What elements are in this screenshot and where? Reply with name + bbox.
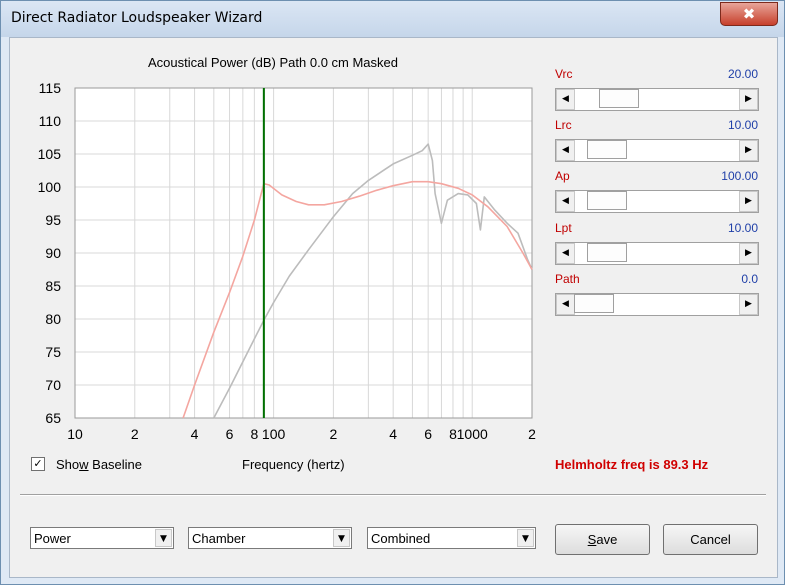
x-tick-label: 8 [250, 426, 258, 442]
close-button[interactable]: ✖ [720, 2, 778, 26]
x-tick-label: 2 [528, 426, 536, 442]
scroll-left-icon[interactable]: ◀ [556, 191, 575, 212]
dropdown-value: Combined [371, 531, 431, 546]
scroll-right-icon[interactable]: ▶ [739, 89, 758, 110]
environment-dropdown[interactable]: Chamber ▼ [188, 527, 352, 549]
divider [20, 494, 766, 496]
dropdown-value: Power [34, 531, 71, 546]
show-baseline-checkbox[interactable]: ✓ [31, 457, 45, 471]
param-value-lpt: 10.00 [727, 221, 758, 235]
x-tick-label: 10 [67, 426, 83, 442]
x-tick-label: 2 [329, 426, 337, 442]
param-label-lrc: Lrc [555, 118, 572, 132]
y-tick-label: 80 [45, 311, 61, 327]
scroll-right-icon[interactable]: ▶ [739, 243, 758, 264]
show-baseline-label[interactable]: Show Baseline [56, 457, 142, 472]
source-dropdown[interactable]: Combined ▼ [367, 527, 536, 549]
frequency-response-chart: 65707580859095100105110115 10 2 4 6 8 100 2 4 6 8… [38, 80, 536, 442]
output-type-dropdown[interactable]: Power ▼ [30, 527, 174, 549]
chevron-down-icon[interactable]: ▼ [333, 529, 350, 547]
y-tick-label: 75 [45, 344, 61, 360]
dialog-client-area: Acoustical Power (dB) Path 0.0 cm Masked… [9, 37, 778, 578]
param-label-path: Path [555, 272, 580, 286]
param-label-lpt: Lpt [555, 221, 572, 235]
scroll-left-icon[interactable]: ◀ [556, 140, 575, 161]
scroll-left-icon[interactable]: ◀ [556, 89, 575, 110]
x-tick-labels: 10 2 4 6 8 100 2 4 6 8 1000 2 [67, 426, 536, 442]
y-tick-label: 95 [45, 212, 61, 228]
y-tick-label: 90 [45, 245, 61, 261]
scroll-left-icon[interactable]: ◀ [556, 243, 575, 264]
checkmark-icon: ✓ [33, 457, 43, 470]
x-tick-label: 6 [424, 426, 432, 442]
x-tick-label: 4 [191, 426, 199, 442]
scroll-right-icon[interactable]: ▶ [739, 294, 758, 315]
chart-grid [74, 87, 533, 419]
param-value-ap: 100.00 [721, 169, 758, 183]
cancel-button[interactable]: Cancel [663, 524, 758, 555]
save-button[interactable]: Save [555, 524, 650, 555]
scroll-right-icon[interactable]: ▶ [739, 191, 758, 212]
chevron-down-icon[interactable]: ▼ [517, 529, 534, 547]
helmholtz-frequency-text: Helmholtz freq is 89.3 Hz [555, 457, 709, 472]
slider-thumb[interactable] [599, 89, 640, 108]
x-tick-label: 100 [262, 426, 286, 442]
param-value-lrc: 10.00 [727, 118, 758, 132]
param-value-vrc: 20.00 [727, 67, 758, 81]
dropdown-value: Chamber [192, 531, 246, 546]
y-tick-label: 100 [38, 179, 62, 195]
slider-thumb[interactable] [586, 243, 627, 262]
y-tick-label: 105 [38, 146, 62, 162]
slider-ap[interactable]: ◀ ▶ [555, 190, 759, 213]
show-baseline-label-part: Sho [56, 457, 80, 472]
y-tick-label: 115 [39, 80, 62, 96]
window-title: Direct Radiator Loudspeaker Wizard [11, 10, 263, 26]
param-label-ap: Ap [555, 169, 570, 183]
param-label-vrc: Vrc [555, 67, 573, 81]
x-tick-label: 1000 [457, 426, 488, 442]
slider-vrc[interactable]: ◀ ▶ [555, 88, 759, 111]
param-value-path: 0.0 [741, 272, 758, 286]
y-tick-label: 85 [45, 278, 61, 294]
slider-lrc[interactable]: ◀ ▶ [555, 139, 759, 162]
slider-thumb[interactable] [586, 140, 627, 159]
x-tick-label: 2 [131, 426, 139, 442]
slider-thumb[interactable] [586, 191, 627, 210]
close-icon: ✖ [742, 5, 756, 23]
scroll-left-icon[interactable]: ◀ [556, 294, 575, 315]
scroll-right-icon[interactable]: ▶ [739, 140, 758, 161]
y-tick-labels: 65 70 75 80 85 90 95 100 105 110 115 [38, 80, 62, 426]
slider-thumb[interactable] [574, 294, 614, 313]
chevron-down-icon[interactable]: ▼ [155, 529, 172, 547]
save-label: ave [596, 532, 618, 547]
y-tick-label: 65 [45, 410, 61, 426]
x-tick-label: 6 [226, 426, 234, 442]
show-baseline-label-part: Baseline [88, 457, 143, 472]
slider-lpt[interactable]: ◀ ▶ [555, 242, 759, 265]
x-tick-label: 4 [389, 426, 397, 442]
title-bar: Direct Radiator Loudspeaker Wizard ✖ [1, 1, 784, 37]
wizard-window: Direct Radiator Loudspeaker Wizard ✖ Aco… [0, 0, 785, 585]
y-tick-label: 110 [39, 113, 62, 129]
show-baseline-accelerator: w [79, 457, 89, 472]
x-axis-title: Frequency (hertz) [242, 457, 345, 472]
slider-path[interactable]: ◀ ▶ [555, 293, 759, 316]
y-tick-label: 70 [45, 377, 61, 393]
